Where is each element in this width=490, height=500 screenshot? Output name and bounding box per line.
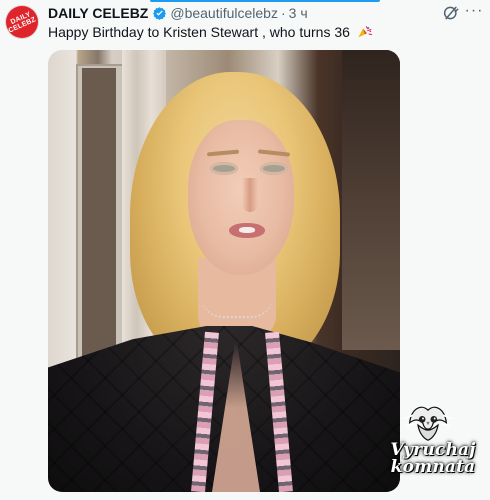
- grok-icon[interactable]: [442, 4, 460, 22]
- avatar[interactable]: DAILY CELEBZ: [6, 6, 38, 38]
- owl-icon: [404, 406, 452, 441]
- post-text: Happy Birthday to Kristen Stewart , who …: [48, 24, 373, 40]
- post-text-content: Happy Birthday to Kristen Stewart , who …: [48, 24, 350, 40]
- display-name[interactable]: DAILY CELEBZ: [48, 5, 148, 21]
- post-time[interactable]: 3 ч: [289, 5, 308, 21]
- active-tab-indicator: [150, 0, 380, 2]
- post-header: DAILY CELEBZ @beautifulcelebz · 3 ч: [48, 4, 308, 22]
- more-options-icon[interactable]: ···: [464, 2, 484, 22]
- user-handle[interactable]: @beautifulcelebz: [170, 5, 278, 21]
- verified-badge-icon: [153, 6, 167, 20]
- background-doorway: [342, 50, 400, 350]
- portrait-face: [188, 120, 294, 275]
- portrait-eye-left: [210, 162, 238, 175]
- post-image[interactable]: [48, 50, 400, 492]
- post-card[interactable]: DAILY CELEBZ DAILY CELEBZ @beautifulcele…: [0, 0, 490, 500]
- portrait-nose: [242, 178, 258, 212]
- portrait-mouth: [229, 223, 265, 238]
- party-popper-icon: [358, 26, 372, 38]
- watermark: Vyruchaj komnata: [383, 398, 487, 490]
- separator: ·: [280, 5, 286, 21]
- portrait-eye-right: [260, 162, 288, 175]
- portrait-necklace: [201, 296, 273, 318]
- background-window-glass: [82, 68, 116, 368]
- watermark-line-2: komnata: [390, 457, 476, 477]
